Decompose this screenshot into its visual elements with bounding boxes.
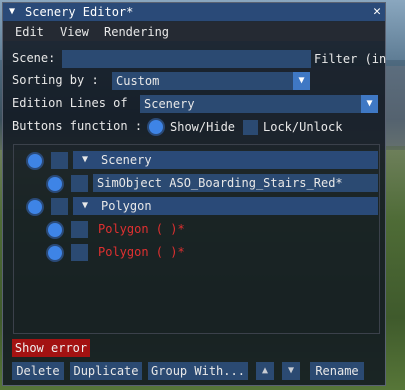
group-label: Polygon — [101, 199, 152, 213]
visibility-toggle[interactable] — [48, 223, 62, 237]
tree-item-label: SimObject ASO_Boarding_Stairs_Red* — [97, 176, 343, 190]
scenery-editor-window: ▼ Scenery Editor* ✕ Edit View Rendering … — [2, 2, 386, 386]
triangle-down-icon[interactable]: ▼ — [9, 6, 15, 17]
filter-label: Filter (in — [314, 52, 387, 66]
sorting-label: Sorting by : — [12, 73, 99, 87]
group-label: Scenery — [101, 153, 152, 167]
duplicate-button[interactable]: Duplicate — [70, 362, 142, 380]
group-header-scenery[interactable]: ▼ Scenery — [73, 151, 378, 169]
lock-checkbox[interactable] — [71, 221, 88, 238]
triangle-down-icon[interactable]: ▼ — [82, 154, 88, 165]
visibility-toggle[interactable] — [48, 177, 62, 191]
edition-lines-label: Edition Lines of — [12, 96, 128, 110]
show-error-button[interactable]: Show error — [12, 339, 90, 357]
tree-item[interactable]: SimObject ASO_Boarding_Stairs_Red* — [93, 174, 378, 192]
group-with-button[interactable]: Group With... — [148, 362, 248, 380]
menu-view[interactable]: View — [60, 25, 89, 39]
lock-unlock-radio[interactable] — [243, 120, 258, 135]
chevron-down-icon[interactable]: ▼ — [293, 72, 310, 90]
lock-checkbox[interactable] — [71, 175, 88, 192]
window-title: Scenery Editor* — [25, 5, 134, 19]
sorting-value: Custom — [116, 74, 160, 88]
delete-button[interactable]: Delete — [12, 362, 64, 380]
lock-checkbox[interactable] — [51, 198, 68, 215]
visibility-toggle[interactable] — [28, 200, 42, 214]
show-hide-label[interactable]: Show/Hide — [170, 120, 235, 134]
group-header-polygon[interactable]: ▼ Polygon — [73, 197, 378, 215]
lock-unlock-label[interactable]: Lock/Unlock — [263, 120, 342, 134]
move-down-icon[interactable]: ▼ — [282, 362, 300, 380]
visibility-toggle[interactable] — [28, 154, 42, 168]
edition-lines-value: Scenery — [144, 97, 195, 111]
rename-button[interactable]: Rename — [310, 362, 364, 380]
scene-label: Scene: — [12, 51, 56, 65]
tree-item-label-error[interactable]: Polygon ( )* — [98, 222, 185, 236]
menu-rendering[interactable]: Rendering — [104, 25, 169, 39]
visibility-toggle[interactable] — [48, 246, 62, 260]
chevron-down-icon[interactable]: ▼ — [361, 95, 378, 113]
object-tree: ▼ Scenery SimObject ASO_Boarding_Stairs_… — [13, 144, 380, 334]
menu-bar: Edit View Rendering — [3, 22, 385, 41]
move-up-icon[interactable]: ▲ — [256, 362, 274, 380]
menu-edit[interactable]: Edit — [15, 25, 44, 39]
lock-checkbox[interactable] — [71, 244, 88, 261]
show-hide-radio[interactable] — [149, 120, 163, 134]
lock-checkbox[interactable] — [51, 152, 68, 169]
title-bar[interactable]: ▼ Scenery Editor* ✕ — [3, 3, 385, 21]
close-icon[interactable]: ✕ — [373, 4, 381, 19]
scene-input[interactable] — [62, 50, 311, 68]
sorting-select[interactable]: Custom ▼ — [112, 72, 310, 90]
tree-item-label-error[interactable]: Polygon ( )* — [98, 245, 185, 259]
buttons-function-label: Buttons function : — [12, 119, 143, 133]
triangle-down-icon[interactable]: ▼ — [82, 200, 88, 211]
edition-lines-select[interactable]: Scenery ▼ — [140, 95, 378, 113]
